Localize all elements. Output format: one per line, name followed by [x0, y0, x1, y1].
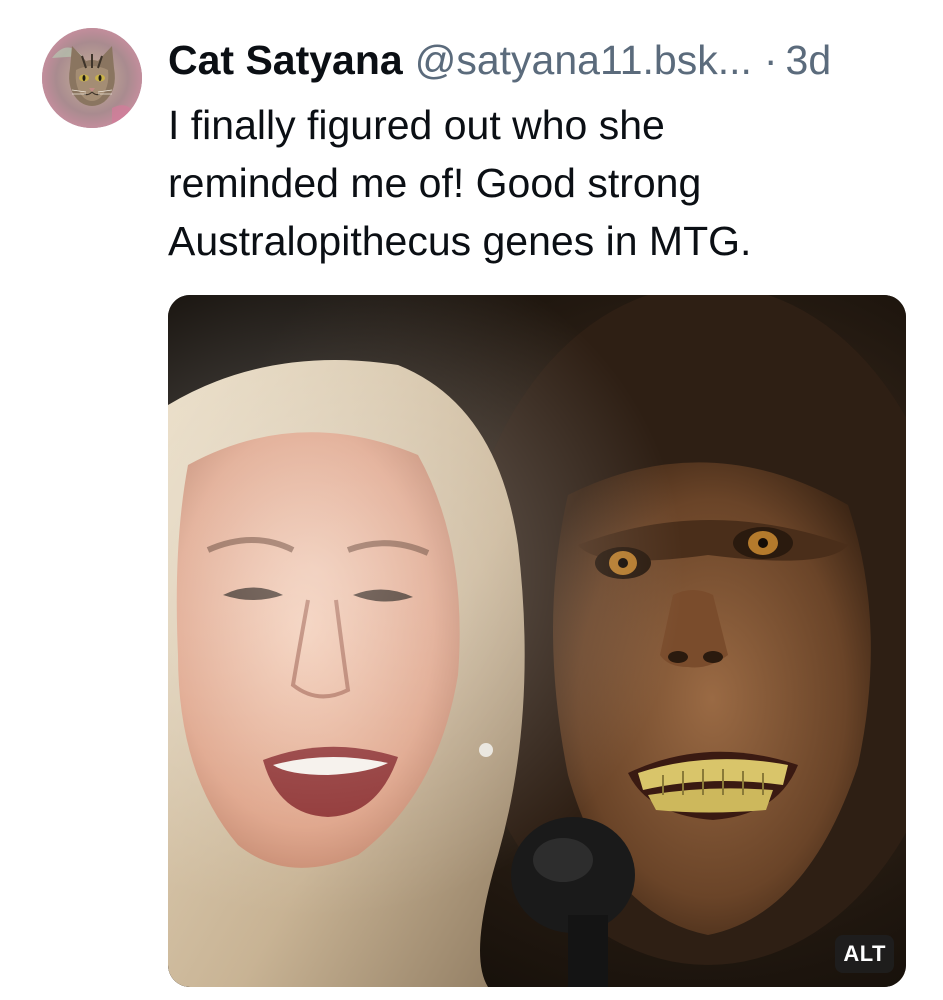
cat-avatar-icon	[42, 28, 142, 128]
author-handle[interactable]: @satyana11.bsk...	[415, 37, 752, 83]
alt-text-button[interactable]: ALT	[835, 935, 894, 973]
post-header: Cat Satyana @satyana11.bsk... · 3d	[168, 36, 928, 86]
post: Cat Satyana @satyana11.bsk... · 3d I finall…	[0, 0, 943, 1000]
author-name[interactable]: Cat Satyana	[168, 37, 403, 83]
post-text: I finally figured out who she reminded m…	[168, 102, 752, 264]
photo-composite-image	[168, 295, 906, 987]
separator-dot: ·	[763, 37, 778, 83]
post-timestamp[interactable]: 3d	[786, 37, 832, 83]
avatar[interactable]	[42, 28, 142, 128]
post-image[interactable]: ALT	[168, 295, 906, 987]
